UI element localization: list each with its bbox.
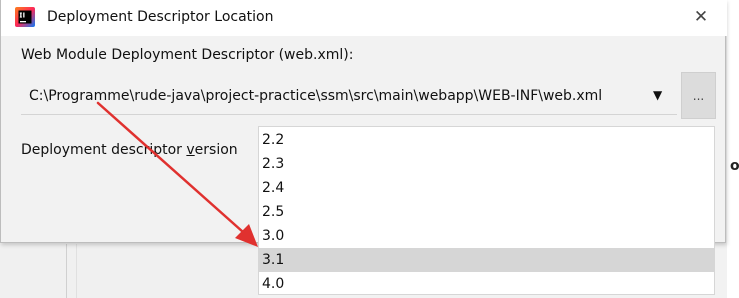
version-label-text-end: ersion [194,142,238,158]
ellipsis-icon: ... [692,89,705,103]
version-label-text: Deployment descriptor [21,142,187,158]
background-panel [0,244,258,298]
background-text: o [730,158,739,174]
descriptor-path-combobox[interactable]: C:\Programme\rude-java\project-practice\… [21,79,677,115]
descriptor-label: Web Module Deployment Descriptor (web.xm… [21,47,354,63]
intellij-app-icon [15,7,35,27]
version-label-mnemonic: v [186,142,195,158]
dialog-titlebar: Deployment Descriptor Location ✕ [1,0,727,36]
descriptor-path-value[interactable]: C:\Programme\rude-java\project-practice\… [29,88,602,104]
version-label: Deployment descriptor version [21,142,238,158]
version-option[interactable]: 2.2 [259,128,714,152]
version-option[interactable]: 2.3 [259,152,714,176]
version-option[interactable]: 3.0 [259,224,714,248]
version-dropdown-list[interactable]: 2.2 2.3 2.4 2.5 3.0 3.1 4.0 [258,126,715,295]
version-option[interactable]: 2.4 [259,176,714,200]
background-divider [66,244,67,298]
version-option[interactable]: 2.5 [259,200,714,224]
chevron-down-icon[interactable]: ▼ [653,88,662,102]
background-editor-strip [727,0,739,298]
browse-button[interactable]: ... [681,72,716,119]
background-divider [76,244,77,298]
version-option[interactable]: 4.0 [259,272,714,296]
dialog-title: Deployment Descriptor Location [47,9,274,25]
version-option-selected[interactable]: 3.1 [259,248,714,272]
close-icon[interactable]: ✕ [690,6,712,28]
